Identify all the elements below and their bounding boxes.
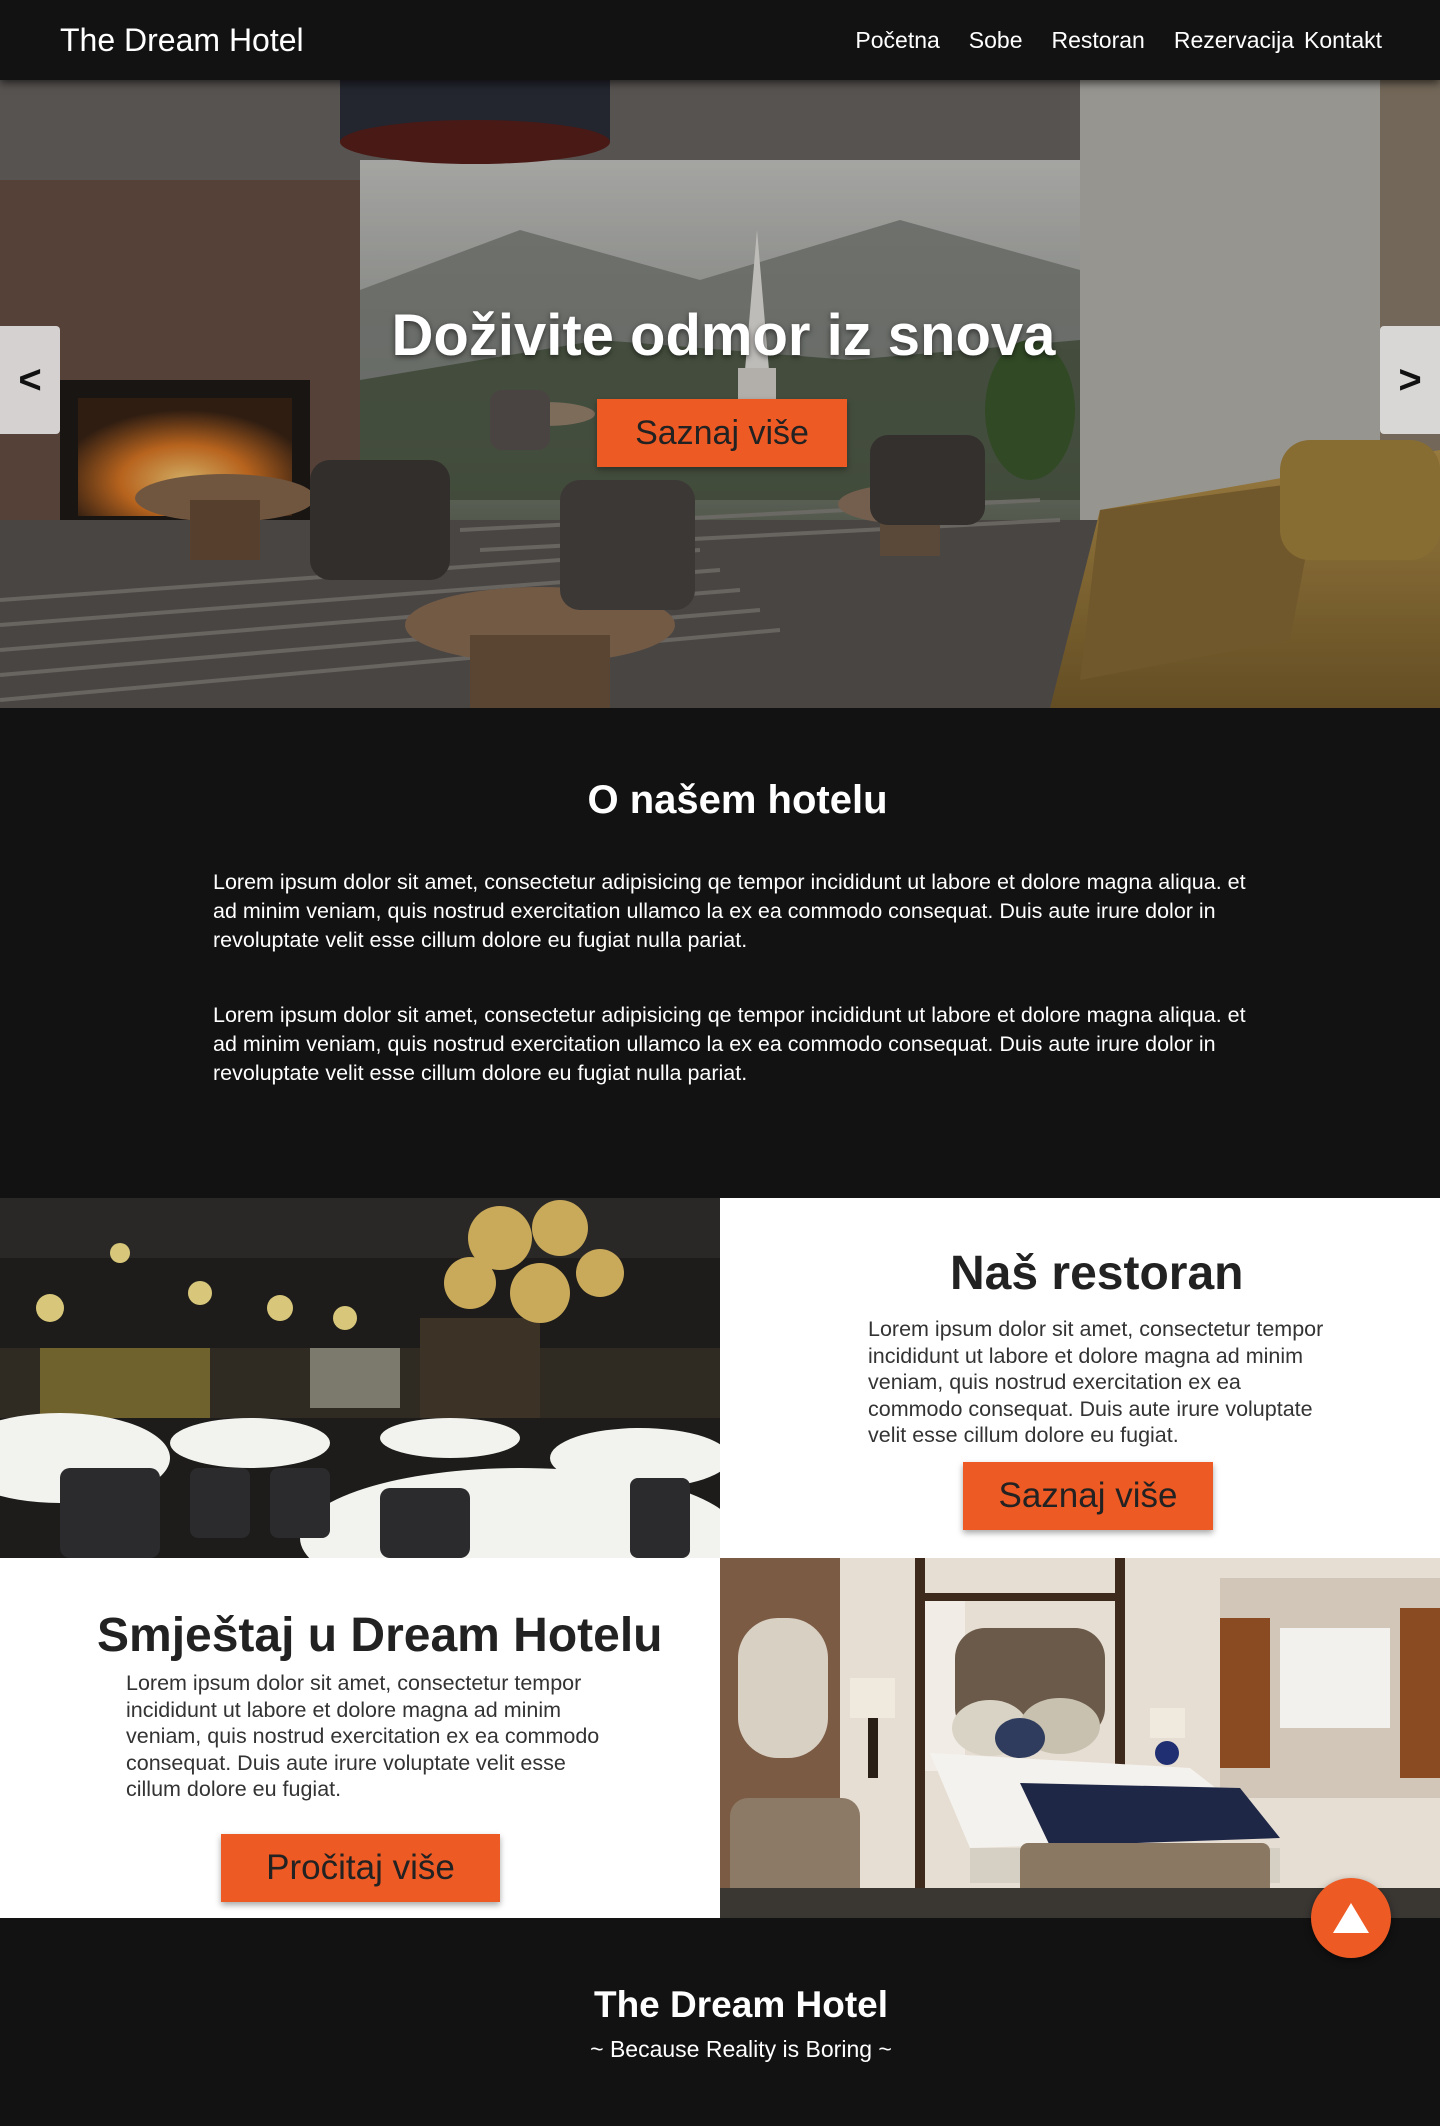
accommodation-read-more-button[interactable]: Pročitaj više — [221, 1834, 500, 1902]
back-to-top-button[interactable] — [1311, 1878, 1391, 1958]
restaurant-text: Lorem ipsum dolor sit amet, consectetur … — [868, 1317, 1324, 1447]
restaurant-learn-more-button[interactable]: Saznaj više — [963, 1462, 1213, 1530]
footer-tagline: ~ Because Reality is Boring ~ — [590, 2036, 892, 2062]
hero-learn-more-button[interactable]: Saznaj više — [597, 399, 847, 467]
hotel-room-image — [720, 1558, 1440, 1918]
about-title: O našem hotelu — [587, 778, 888, 822]
slider-prev-button[interactable]: < — [0, 326, 60, 434]
accommodation-title: Smještaj u Dream Hotelu — [97, 1609, 663, 1662]
restaurant-title: Naš restoran — [950, 1247, 1244, 1300]
hero-lounge-image — [0, 80, 1440, 708]
nav-link-pocetna[interactable]: Početna — [855, 27, 939, 54]
arrow-up-icon — [1333, 1903, 1369, 1933]
nav-link-restoran[interactable]: Restoran — [1052, 27, 1145, 54]
accommodation-text: Lorem ipsum dolor sit amet, consectetur … — [126, 1671, 600, 1801]
about-section: O našem hotelu Lorem ipsum dolor sit ame… — [0, 708, 1440, 1198]
restaurant-image — [0, 1198, 720, 1558]
slider-next-button[interactable]: > — [1380, 326, 1440, 434]
hero-slider: Doživite odmor iz snova Saznaj više < > — [0, 80, 1440, 708]
nav-link-sobe[interactable]: Sobe — [969, 27, 1023, 54]
about-paragraph: Lorem ipsum dolor sit amet, consectetur … — [213, 870, 1246, 952]
footer: The Dream Hotel ~ Because Reality is Bor… — [0, 1918, 1440, 2126]
hero-title: Doživite odmor iz snova — [391, 303, 1056, 368]
nav-link-rezervacija[interactable]: Rezervacija — [1174, 27, 1294, 54]
about-paragraph: Lorem ipsum dolor sit amet, consectetur … — [213, 1003, 1246, 1085]
restaurant-section: Naš restoran Lorem ipsum dolor sit amet,… — [720, 1198, 1440, 1558]
accommodation-section: Smještaj u Dream Hotelu Lorem ipsum dolo… — [0, 1558, 720, 1918]
nav-links: Početna Sobe Restoran Rezervacija Kontak… — [826, 27, 1382, 54]
brand-logo[interactable]: The Dream Hotel — [60, 22, 304, 59]
nav-link-kontakt[interactable]: Kontakt — [1304, 27, 1382, 54]
navbar: The Dream Hotel Početna Sobe Restoran Re… — [0, 0, 1440, 80]
footer-title: The Dream Hotel — [593, 1984, 888, 2025]
